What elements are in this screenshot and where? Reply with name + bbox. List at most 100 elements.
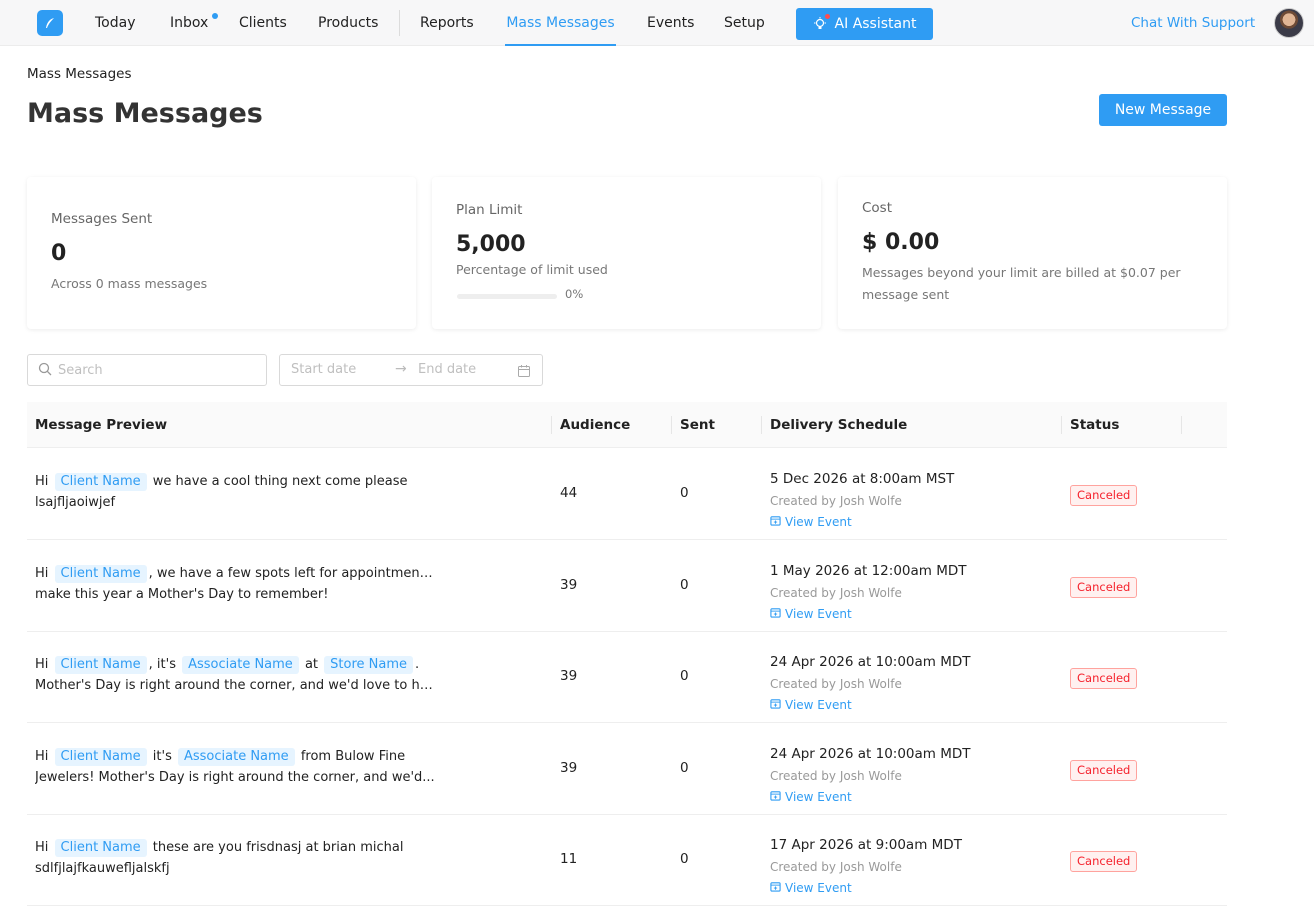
ai-assistant-label: AI Assistant	[834, 16, 917, 32]
view-event-link[interactable]: View Event	[770, 607, 852, 621]
table-row[interactable]: Hi Client Name we have a cool thing next…	[27, 449, 1227, 540]
new-message-button[interactable]: New Message	[1099, 94, 1227, 126]
message-text: we have a cool thing next come please	[148, 474, 408, 489]
audience-count: 44	[560, 485, 578, 501]
message-preview: Hi Client Name these are you frisdnasj a…	[35, 837, 435, 879]
limit-progress-bar	[457, 294, 557, 299]
column-header-sent: Sent	[680, 417, 715, 433]
message-text: these are you frisdnasj at brian michal	[148, 840, 404, 855]
limit-percent: 0%	[565, 287, 584, 301]
variable-tag: Associate Name	[182, 656, 299, 674]
inbox-unread-dot	[212, 13, 218, 19]
audience-count: 39	[560, 759, 578, 776]
delivery-date: 24 Apr 2026 at 10:00am MDT	[770, 745, 971, 762]
message-line-2: lsajfljaoiwjef	[35, 495, 116, 510]
delivery-date: 24 Apr 2026 at 10:00am MDT	[770, 654, 971, 670]
page-title: Mass Messages	[27, 98, 263, 129]
nav-products[interactable]: Products	[318, 0, 378, 46]
message-text: Hi	[35, 565, 53, 581]
delivery-date: 5 Dec 2026 at 8:00am MST	[770, 471, 955, 487]
variable-tag: Associate Name	[177, 747, 295, 766]
sent-count: 0	[680, 668, 689, 684]
notification-dot	[824, 14, 830, 19]
message-line-2: sdlfjlajfkauwefljalskfj	[35, 861, 170, 876]
search-box	[27, 354, 267, 386]
view-event-link[interactable]: View Event	[770, 698, 852, 712]
view-event-link[interactable]: View Event	[770, 515, 852, 529]
nav-setup[interactable]: Setup	[724, 0, 765, 46]
message-line-2: Jewelers! Mother's Day is right around t…	[35, 769, 435, 785]
calendar-event-icon	[770, 881, 781, 895]
table-row[interactable]: Hi Client Name, it's Associate Name at S…	[27, 632, 1227, 723]
created-by: Created by Josh Wolfe	[770, 585, 902, 600]
breadcrumb[interactable]: Mass Messages	[27, 66, 131, 82]
calendar-event-icon	[770, 607, 781, 621]
card-value: 0	[51, 241, 67, 266]
view-event-label: View Event	[785, 881, 852, 895]
card-subtext: Messages beyond your limit are billed at…	[862, 265, 1181, 302]
table-row[interactable]: Hi Client Name it's Associate Name from …	[27, 724, 1227, 815]
cost-card: Cost $ 0.00 Messages beyond your limit a…	[838, 177, 1227, 329]
message-line-1: Hi Client Name these are you frisdnasj a…	[35, 837, 435, 858]
plan-limit-card: Plan Limit 5,000 Percentage of limit use…	[432, 177, 821, 329]
ai-assistant-button[interactable]: AI Assistant	[796, 8, 933, 40]
message-text: , it's	[148, 657, 181, 672]
view-event-link[interactable]: View Event	[770, 790, 852, 804]
delivery-date: 17 Apr 2026 at 9:00am MDT	[770, 837, 962, 853]
column-header-audience: Audience	[560, 417, 631, 433]
status-badge: Canceled	[1070, 759, 1138, 781]
card-value: 5,000	[456, 232, 526, 257]
variable-tag: Client Name	[54, 747, 147, 766]
calendar-icon[interactable]	[517, 363, 531, 382]
view-event-link[interactable]: View Event	[770, 881, 852, 895]
calendar-event-icon	[770, 790, 781, 804]
table-header: Message Preview Audience Sent Delivery S…	[27, 402, 1227, 448]
variable-tag: Client Name	[54, 564, 147, 583]
column-divider	[551, 416, 552, 434]
column-divider	[671, 416, 672, 434]
search-icon	[38, 361, 52, 380]
variable-tag: Client Name	[54, 656, 147, 674]
message-text: from Bulow Fine	[296, 748, 406, 764]
view-event-label: View Event	[785, 515, 852, 529]
table-row[interactable]: Hi Client Name, we have a few spots left…	[27, 541, 1227, 632]
nav-mass-messages[interactable]: Mass Messages	[505, 0, 616, 46]
nav-inbox[interactable]: Inbox	[170, 0, 208, 46]
message-line-2: make this year a Mother's Day to remembe…	[35, 586, 329, 602]
card-subtext: Across 0 mass messages	[51, 276, 208, 291]
audience-count: 39	[560, 576, 578, 593]
message-text: Hi	[35, 840, 53, 855]
message-preview: Hi Client Name it's Associate Name from …	[35, 746, 435, 788]
status-badge: Canceled	[1070, 668, 1138, 689]
message-line-1: Hi Client Name we have a cool thing next…	[35, 471, 435, 492]
message-text: .	[415, 657, 420, 672]
column-header-status: Status	[1070, 417, 1120, 433]
start-date-input[interactable]	[291, 362, 381, 377]
messages-sent-card: Messages Sent 0 Across 0 mass messages	[27, 177, 416, 329]
table-row[interactable]: Hi Client Name these are you frisdnasj a…	[27, 815, 1227, 906]
top-nav: Today Inbox Clients Products Reports Mas…	[0, 0, 1314, 46]
message-text: Hi	[35, 657, 53, 672]
avatar[interactable]	[1274, 8, 1304, 38]
view-event-label: View Event	[785, 789, 852, 804]
status-badge: Canceled	[1070, 576, 1138, 598]
message-preview: Hi Client Name, it's Associate Name at S…	[35, 654, 435, 696]
search-input[interactable]	[58, 362, 258, 378]
sent-count: 0	[680, 576, 689, 593]
view-event-label: View Event	[785, 606, 852, 621]
feather-logo-icon[interactable]	[37, 10, 63, 36]
message-preview: Hi Client Name we have a cool thing next…	[35, 471, 435, 513]
message-text: it's	[148, 748, 176, 764]
chat-with-support-link[interactable]: Chat With Support	[1131, 0, 1255, 46]
nav-reports[interactable]: Reports	[420, 0, 474, 46]
calendar-event-icon	[770, 515, 781, 529]
variable-tag: Client Name	[54, 839, 147, 857]
sent-count: 0	[680, 851, 689, 867]
end-date-input[interactable]	[418, 362, 508, 377]
message-text: Hi	[35, 748, 53, 764]
arrow-right-icon: →	[395, 361, 407, 377]
nav-events[interactable]: Events	[647, 0, 694, 46]
nav-clients[interactable]: Clients	[239, 0, 287, 46]
sent-count: 0	[680, 485, 689, 501]
nav-today[interactable]: Today	[95, 0, 136, 46]
